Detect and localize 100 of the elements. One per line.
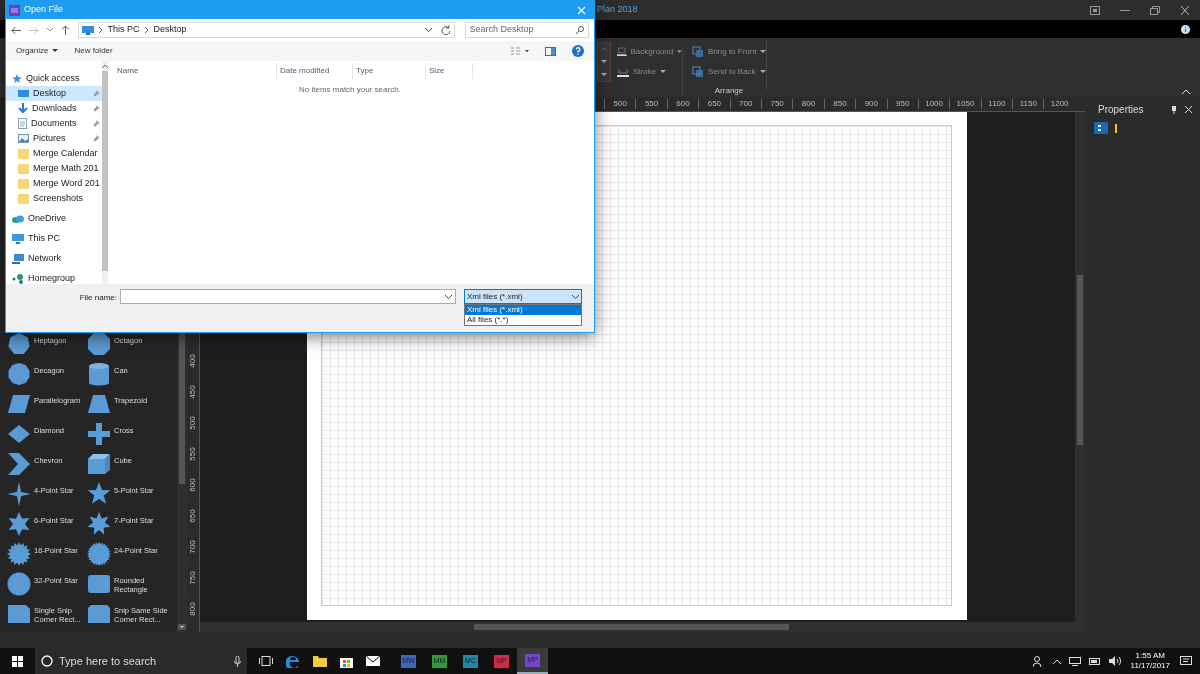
scrollbar[interactable] [101, 61, 108, 284]
can-shape-icon[interactable] [87, 362, 111, 386]
close-icon[interactable] [1185, 106, 1192, 113]
nav-item[interactable]: Quick access [6, 71, 102, 86]
download-icon [18, 103, 28, 114]
ruler-label: 650 [698, 99, 730, 109]
folder-icon [18, 148, 29, 159]
search-field[interactable]: Type here to search [59, 652, 228, 670]
organize-button[interactable]: Organize [16, 45, 59, 57]
dropdown-icon [445, 294, 452, 299]
rounded-rectangle-shape-icon[interactable] [87, 572, 111, 596]
notification-icon[interactable] [1180, 655, 1192, 667]
search-box[interactable]: Search Desktop [464, 22, 589, 38]
nav-item[interactable]: Pictures [6, 131, 102, 146]
scrollbar[interactable] [1075, 112, 1085, 622]
star-shape-icon[interactable] [7, 542, 31, 566]
column-header[interactable]: Date modified [277, 63, 353, 79]
help-icon[interactable] [572, 45, 584, 57]
categorized-icon[interactable] [1094, 122, 1108, 134]
task-view-icon[interactable] [259, 656, 273, 666]
ruler-label: 1100 [980, 99, 1013, 109]
ribbon-button[interactable]: Background [617, 46, 682, 58]
cross-shape-icon[interactable] [87, 422, 111, 446]
nav-item[interactable]: Screenshots [6, 191, 102, 206]
star-shape-icon[interactable] [87, 542, 111, 566]
star-shape-icon[interactable] [7, 512, 31, 536]
people-icon[interactable] [1032, 655, 1045, 667]
nav-item[interactable]: Desktop [6, 86, 102, 101]
ruler-label: 450 [188, 384, 198, 399]
close-icon[interactable] [1180, 5, 1190, 15]
ribbon-button[interactable]: Bring to Front [692, 46, 767, 58]
star-shape-icon[interactable] [7, 482, 31, 506]
nav-item[interactable]: Network [6, 251, 102, 266]
caret-icon [101, 64, 108, 68]
cube-shape-icon[interactable] [87, 452, 111, 476]
refresh-icon[interactable] [440, 25, 451, 35]
ribbon-button[interactable]: Stroke [617, 66, 682, 78]
nav-item[interactable]: Downloads [6, 101, 102, 116]
breadcrumb-item[interactable]: This PC [107, 23, 140, 37]
breadcrumb-item[interactable]: Desktop [153, 23, 187, 37]
battery-icon[interactable] [1088, 657, 1101, 665]
ruler-label: 1200 [1043, 99, 1075, 109]
star-shape-icon[interactable] [87, 482, 111, 506]
search-box[interactable]: Type here to search [35, 648, 247, 674]
file-type-select[interactable]: Xml files (*.xml) [464, 289, 582, 304]
nav-item[interactable]: Homegroup [6, 271, 102, 286]
ribbon-button[interactable]: Send to Back [692, 66, 767, 78]
windows-icon[interactable] [12, 655, 23, 667]
nav-item[interactable]: Merge Word 201 [6, 176, 102, 191]
address-bar[interactable]: This PC Desktop [77, 22, 455, 38]
sort-icon[interactable] [1114, 123, 1118, 133]
rectangle-shape-icon[interactable] [87, 602, 111, 626]
scrollbar[interactable] [200, 622, 1085, 632]
speaker-icon[interactable] [1108, 656, 1121, 666]
up-arrow-icon[interactable] [60, 25, 70, 35]
pin-icon[interactable] [1171, 105, 1177, 114]
column-header[interactable]: Size [426, 63, 473, 79]
heptagon-shape-icon[interactable] [7, 332, 31, 356]
search-field[interactable]: Search Desktop [469, 23, 576, 37]
dropdown-option[interactable]: Xml files (*.xml) [465, 305, 581, 315]
mail-icon[interactable] [366, 656, 380, 666]
folder-icon[interactable] [313, 655, 327, 667]
view-icon[interactable] [511, 47, 529, 55]
gallery-scroller[interactable] [597, 42, 611, 82]
scroll-down-icon[interactable] [178, 624, 186, 630]
back-icon[interactable] [11, 25, 21, 35]
file-name-field[interactable] [120, 289, 456, 304]
clock[interactable]: 1:55 AM 11/17/2017 [1128, 651, 1172, 671]
diamond-shape-icon[interactable] [7, 422, 31, 446]
info-icon[interactable] [1181, 24, 1190, 34]
preview-pane-icon[interactable] [545, 46, 556, 56]
restore-icon[interactable] [1150, 5, 1160, 15]
star-shape-icon[interactable] [87, 512, 111, 536]
column-header[interactable]: Type [353, 63, 426, 79]
collapse-icon[interactable] [1182, 89, 1190, 94]
rectangle-shape-icon[interactable] [7, 602, 31, 626]
window-icon[interactable] [1090, 5, 1100, 15]
nav-item[interactable]: Merge Calendar [6, 146, 102, 161]
nav-item[interactable]: Merge Math 201 [6, 161, 102, 176]
nav-item[interactable]: Documents [6, 116, 102, 131]
parallelogram-shape-icon[interactable] [7, 392, 31, 416]
dropdown-option[interactable]: All files (*.*) [465, 315, 581, 325]
browser-icon[interactable] [286, 654, 300, 668]
chevron-shape-icon[interactable] [7, 452, 31, 476]
star-shape-icon[interactable] [7, 572, 31, 596]
homegroup-icon [12, 273, 24, 284]
column-header[interactable]: Name [114, 63, 277, 79]
caret-icon [52, 49, 59, 53]
octagon-shape-icon[interactable] [87, 332, 111, 356]
ruler-label: 750 [760, 99, 793, 109]
dropdown-icon[interactable] [424, 28, 432, 32]
cloud-icon [12, 214, 24, 223]
ruler-label: 1000 [917, 99, 950, 109]
new-folder-button[interactable]: New folder [74, 45, 113, 57]
trapezoid-shape-icon[interactable] [87, 392, 111, 416]
ruler-label: 650 [188, 508, 198, 523]
network-icon[interactable] [1068, 656, 1081, 666]
decagon-shape-icon[interactable] [7, 362, 31, 386]
nav-item[interactable]: This PC [6, 231, 102, 246]
nav-item[interactable]: OneDrive [6, 211, 102, 226]
